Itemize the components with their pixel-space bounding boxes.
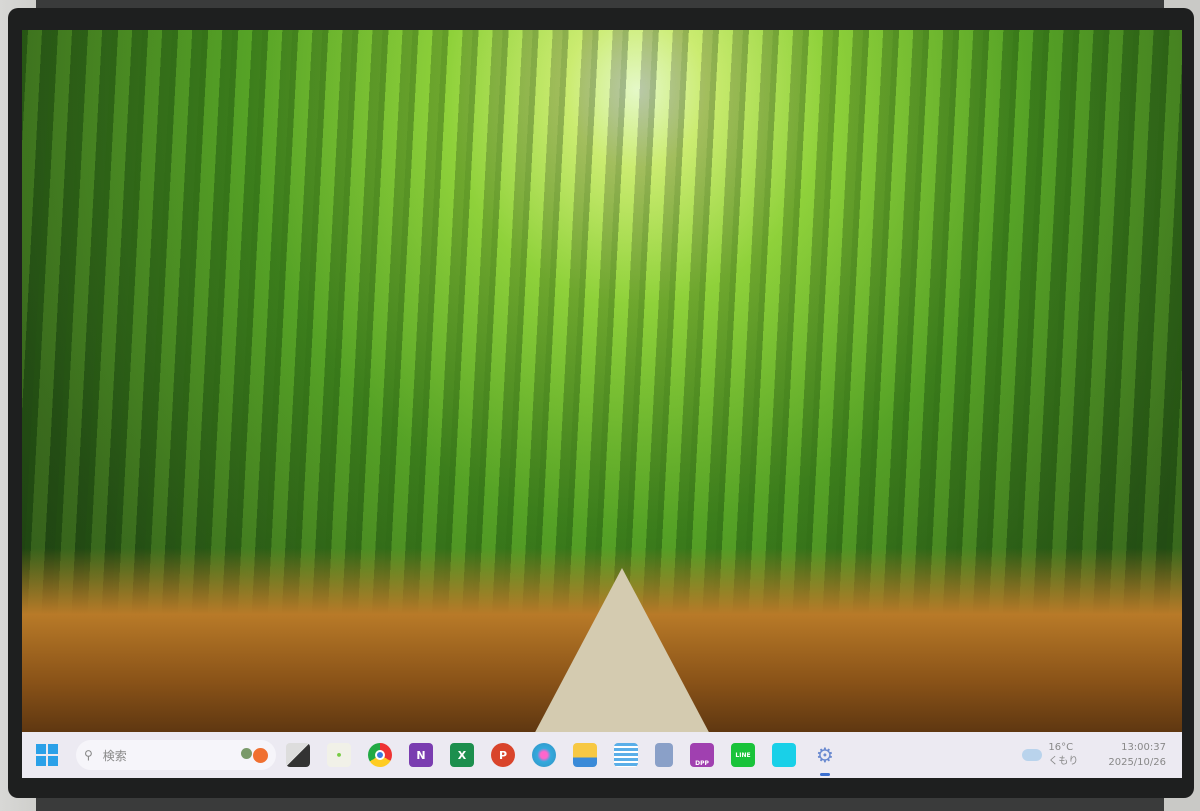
weather-temp: 16°C <box>1048 742 1074 753</box>
file-explorer-icon[interactable] <box>573 743 597 767</box>
excel-icon[interactable]: X <box>450 743 474 767</box>
onenote-icon[interactable]: N <box>409 743 433 767</box>
weather-condition: くもり <box>1048 756 1079 767</box>
notepad-icon[interactable] <box>614 743 638 767</box>
windows-start-icon[interactable] <box>36 744 58 766</box>
cyan-app-icon[interactable] <box>772 743 796 767</box>
clock[interactable]: 13:00:37 2025/10/26 <box>1108 740 1166 770</box>
fruit-icon <box>241 747 268 763</box>
line-icon[interactable]: LINE <box>731 743 755 767</box>
task-view-icon[interactable] <box>286 743 310 767</box>
cloud-icon <box>1022 749 1043 761</box>
taskbar: ⚲ 検索 • N X P DPP LINE ⚙ 16°C くもり 13:00:3… <box>22 732 1182 778</box>
powerpoint-icon[interactable]: P <box>491 743 515 767</box>
widget-app-icon[interactable]: • <box>327 743 351 767</box>
paint-icon[interactable] <box>532 743 556 767</box>
clock-date: 2025/10/26 <box>1108 757 1166 768</box>
desktop-screen: ⚲ 検索 • N X P DPP LINE ⚙ 16°C くもり 13:00:3… <box>22 30 1182 778</box>
clock-time: 13:00:37 <box>1121 742 1166 753</box>
dpp-icon[interactable]: DPP <box>690 743 714 767</box>
wallpaper-path <box>532 568 712 738</box>
chrome-icon[interactable] <box>368 743 392 767</box>
search-placeholder: 検索 <box>102 748 127 763</box>
system-tray: 16°C くもり 13:00:37 2025/10/26 <box>1022 740 1172 770</box>
weather-widget[interactable]: 16°C くもり <box>1022 741 1078 769</box>
search-icon: ⚲ <box>84 748 93 762</box>
calculator-icon[interactable] <box>655 743 673 767</box>
search-box[interactable]: ⚲ 検索 <box>76 740 276 770</box>
settings-gear-icon[interactable]: ⚙ <box>813 743 837 776</box>
taskbar-apps: • N X P DPP LINE ⚙ <box>286 743 837 776</box>
